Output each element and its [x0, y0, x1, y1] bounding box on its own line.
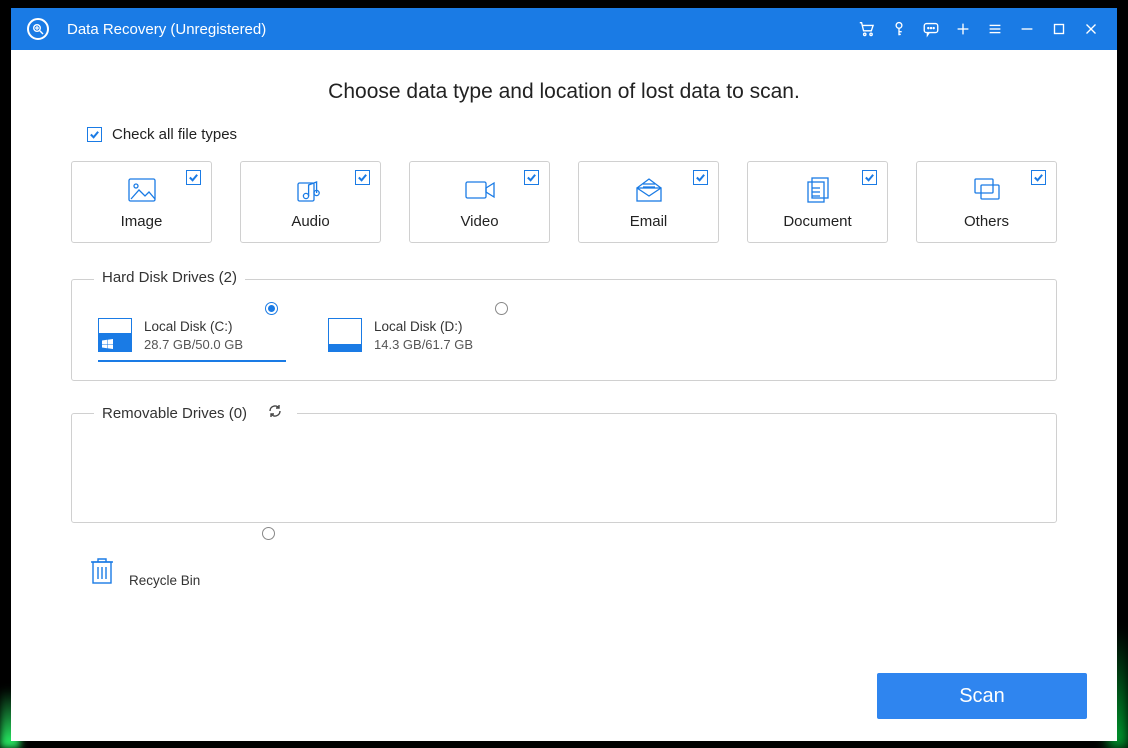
- recycle-bin-label: Recycle Bin: [129, 573, 200, 590]
- file-types-row: Image Audio Video Email Document: [71, 161, 1057, 243]
- type-card-video[interactable]: Video: [409, 161, 550, 243]
- type-card-audio[interactable]: Audio: [240, 161, 381, 243]
- type-audio-label: Audio: [291, 213, 329, 230]
- scan-button[interactable]: Scan: [877, 673, 1087, 719]
- recycle-bin-option[interactable]: Recycle Bin: [89, 555, 289, 590]
- type-email-checkbox[interactable]: [693, 170, 708, 185]
- close-button[interactable]: [1075, 8, 1107, 50]
- image-icon: [127, 175, 157, 205]
- drive-c[interactable]: Local Disk (C:) 28.7 GB/50.0 GB: [92, 302, 292, 362]
- type-others-checkbox[interactable]: [1031, 170, 1046, 185]
- type-card-email[interactable]: Email: [578, 161, 719, 243]
- check-all-row[interactable]: Check all file types: [87, 126, 1057, 143]
- drive-c-capacity: 28.7 GB/50.0 GB: [144, 337, 243, 352]
- email-icon: [634, 175, 664, 205]
- main-content: Choose data type and location of lost da…: [11, 50, 1117, 741]
- drive-d-capacity: 14.3 GB/61.7 GB: [374, 337, 473, 352]
- type-card-image[interactable]: Image: [71, 161, 212, 243]
- drive-c-radio[interactable]: [265, 302, 278, 315]
- plus-icon[interactable]: [947, 8, 979, 50]
- document-icon: [804, 175, 832, 205]
- check-all-checkbox[interactable]: [87, 127, 102, 142]
- type-image-checkbox[interactable]: [186, 170, 201, 185]
- video-icon: [464, 175, 496, 205]
- type-video-label: Video: [460, 213, 498, 230]
- type-document-label: Document: [783, 213, 851, 230]
- page-heading: Choose data type and location of lost da…: [71, 80, 1057, 104]
- type-others-label: Others: [964, 213, 1009, 230]
- maximize-button[interactable]: [1043, 8, 1075, 50]
- hdd-group: Hard Disk Drives (2) Local Disk (C:) 28.…: [71, 279, 1057, 381]
- type-image-label: Image: [121, 213, 163, 230]
- app-logo-icon: [27, 18, 49, 40]
- disk-icon: [328, 318, 362, 352]
- cart-icon[interactable]: [851, 8, 883, 50]
- menu-icon[interactable]: [979, 8, 1011, 50]
- drive-d-name: Local Disk (D:): [374, 319, 473, 334]
- hdd-group-label: Hard Disk Drives (2): [94, 269, 245, 286]
- drive-d[interactable]: Local Disk (D:) 14.3 GB/61.7 GB: [322, 302, 522, 362]
- audio-icon: [296, 175, 326, 205]
- windows-icon: [102, 337, 113, 348]
- disk-icon: [98, 318, 132, 352]
- drives-row: Local Disk (C:) 28.7 GB/50.0 GB Local Di…: [92, 302, 1036, 362]
- minimize-button[interactable]: [1011, 8, 1043, 50]
- app-window: Data Recovery (Unregistered) Choose data…: [11, 8, 1117, 741]
- refresh-icon[interactable]: [261, 403, 289, 423]
- drive-c-name: Local Disk (C:): [144, 319, 243, 334]
- key-icon[interactable]: [883, 8, 915, 50]
- type-card-document[interactable]: Document: [747, 161, 888, 243]
- type-card-others[interactable]: Others: [916, 161, 1057, 243]
- recycle-bin-radio[interactable]: [262, 527, 275, 540]
- type-video-checkbox[interactable]: [524, 170, 539, 185]
- type-email-label: Email: [630, 213, 668, 230]
- removable-group: Removable Drives (0): [71, 413, 1057, 523]
- trash-icon: [89, 555, 115, 590]
- drive-d-radio[interactable]: [495, 302, 508, 315]
- type-audio-checkbox[interactable]: [355, 170, 370, 185]
- removable-group-label: Removable Drives (0): [94, 403, 297, 423]
- chat-icon[interactable]: [915, 8, 947, 50]
- titlebar: Data Recovery (Unregistered): [11, 8, 1117, 50]
- type-document-checkbox[interactable]: [862, 170, 877, 185]
- window-title: Data Recovery (Unregistered): [67, 21, 266, 38]
- others-icon: [972, 175, 1002, 205]
- check-all-label: Check all file types: [112, 126, 237, 143]
